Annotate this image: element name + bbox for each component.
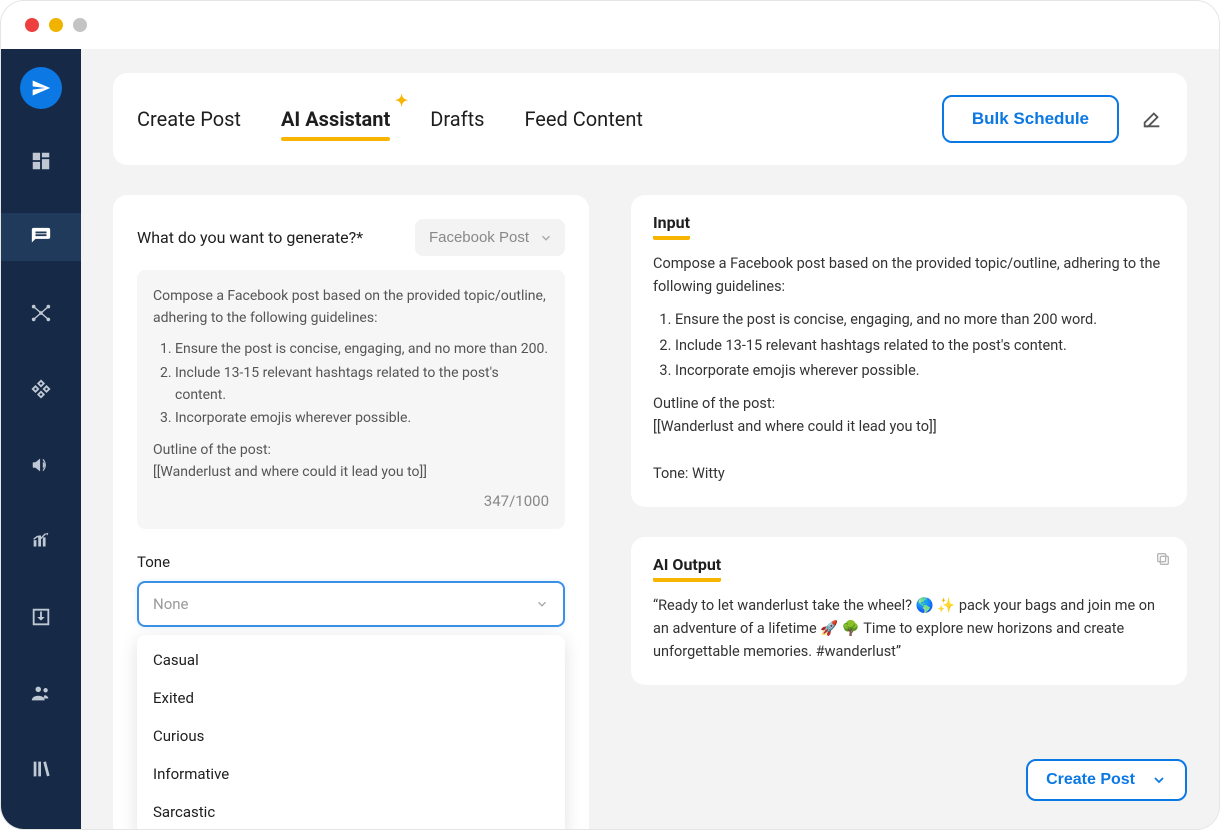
sparkle-icon: ✦ <box>395 91 408 110</box>
post-type-value: Facebook Post <box>429 229 529 246</box>
guideline-3: Incorporate emojis wherever possible. <box>175 408 549 430</box>
tab-drafts[interactable]: Drafts <box>430 107 484 131</box>
input-outline-value: [[Wanderlust and where could it lead you… <box>653 415 1165 438</box>
megaphone-icon <box>30 454 52 476</box>
char-counter: 347/1000 <box>153 490 549 513</box>
chat-icon <box>30 226 52 248</box>
library-icon <box>30 758 52 780</box>
input-g2: Include 13-15 relevant hashtags related … <box>675 334 1165 357</box>
input-g1: Ensure the post is concise, engaging, an… <box>675 308 1165 331</box>
app-window: Create Post AI Assistant ✦ Drafts Feed C… <box>0 0 1220 830</box>
guideline-2: Include 13-15 relevant hashtags related … <box>175 363 549 406</box>
sidebar-item-network[interactable] <box>1 289 81 337</box>
window-titlebar <box>1 1 1219 49</box>
sidebar-item-announce[interactable] <box>1 441 81 489</box>
sidebar <box>1 49 81 829</box>
main-content: Create Post AI Assistant ✦ Drafts Feed C… <box>81 49 1219 829</box>
prompt-intro: Compose a Facebook post based on the pro… <box>153 286 549 329</box>
chevron-down-icon <box>535 597 549 611</box>
sidebar-item-library[interactable] <box>1 745 81 793</box>
prompt-textarea[interactable]: Compose a Facebook post based on the pro… <box>137 270 565 529</box>
input-outline-label: Outline of the post: <box>653 392 1165 415</box>
outline-value: [[Wanderlust and where could it lead you… <box>153 462 549 484</box>
sidebar-item-analytics[interactable] <box>1 517 81 565</box>
tone-option-sarcastic[interactable]: Sarcastic <box>137 793 565 830</box>
tone-label: Tone <box>137 553 565 571</box>
tab-ai-assistant-label: AI Assistant <box>281 107 390 131</box>
grid-icon <box>30 150 52 172</box>
tone-option-exited[interactable]: Exited <box>137 679 565 717</box>
app-logo[interactable] <box>20 67 62 109</box>
input-card: Input Compose a Facebook post based on t… <box>631 195 1187 507</box>
input-tone-line: Tone: Witty <box>653 462 1165 485</box>
sidebar-item-team[interactable] <box>1 669 81 717</box>
copy-icon[interactable] <box>1155 551 1171 567</box>
network-icon <box>30 302 52 324</box>
tone-option-casual[interactable]: Casual <box>137 641 565 679</box>
tab-feed-content[interactable]: Feed Content <box>524 107 643 131</box>
create-post-button[interactable]: Create Post <box>1026 759 1187 801</box>
tab-create-post[interactable]: Create Post <box>137 107 241 131</box>
chart-icon <box>30 530 52 552</box>
sidebar-item-dashboard[interactable] <box>1 137 81 185</box>
window-maximize-dot[interactable] <box>73 18 87 32</box>
tone-placeholder: None <box>153 595 189 613</box>
sidebar-item-compose[interactable] <box>1 213 81 261</box>
tone-option-informative[interactable]: Informative <box>137 755 565 793</box>
chevron-down-icon <box>539 231 553 245</box>
prompt-guidelines: Ensure the post is concise, engaging, an… <box>153 339 549 430</box>
chevron-down-icon <box>1151 772 1167 788</box>
bulk-schedule-button[interactable]: Bulk Schedule <box>942 95 1119 143</box>
output-text: “Ready to let wanderlust take the wheel?… <box>653 594 1165 664</box>
edit-icon[interactable] <box>1141 108 1163 130</box>
sidebar-item-target[interactable] <box>1 365 81 413</box>
input-guidelines: Ensure the post is concise, engaging, an… <box>653 308 1165 382</box>
tone-option-curious[interactable]: Curious <box>137 717 565 755</box>
tab-ai-assistant[interactable]: AI Assistant ✦ <box>281 107 390 131</box>
window-minimize-dot[interactable] <box>49 18 63 32</box>
input-intro: Compose a Facebook post based on the pro… <box>653 252 1165 298</box>
generator-panel: What do you want to generate?* Facebook … <box>113 195 589 830</box>
tone-dropdown: Casual Exited Curious Informative Sarcas… <box>137 635 565 830</box>
create-post-label: Create Post <box>1046 771 1135 789</box>
window-close-dot[interactable] <box>25 18 39 32</box>
output-card: AI Output “Ready to let wanderlust take … <box>631 537 1187 686</box>
target-icon <box>30 378 52 400</box>
tone-select[interactable]: None <box>137 581 565 627</box>
post-type-select[interactable]: Facebook Post <box>415 219 565 256</box>
generate-question-label: What do you want to generate?* <box>137 228 363 247</box>
input-g3: Incorporate emojis wherever possible. <box>675 359 1165 382</box>
sidebar-item-inbox[interactable] <box>1 593 81 641</box>
people-icon <box>30 682 52 704</box>
output-card-title: AI Output <box>653 555 721 582</box>
tab-list: Create Post AI Assistant ✦ Drafts Feed C… <box>137 107 643 131</box>
input-card-title: Input <box>653 213 690 240</box>
send-icon <box>31 78 51 98</box>
topbar: Create Post AI Assistant ✦ Drafts Feed C… <box>113 73 1187 165</box>
guideline-1: Ensure the post is concise, engaging, an… <box>175 339 549 361</box>
outline-label: Outline of the post: <box>153 440 549 462</box>
inbox-icon <box>30 606 52 628</box>
